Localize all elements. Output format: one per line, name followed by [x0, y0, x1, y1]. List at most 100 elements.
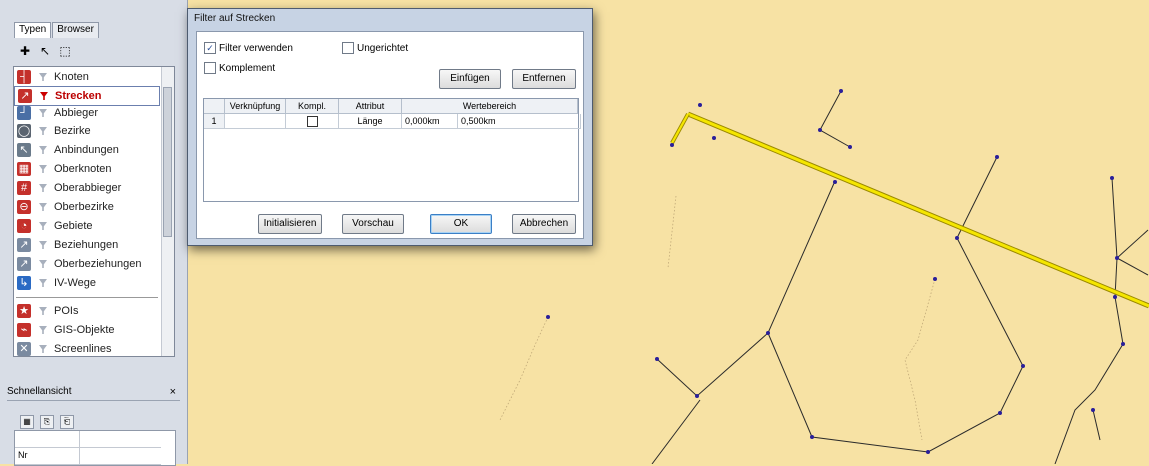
column-header-link: Verknüpfung: [225, 99, 286, 114]
network-object-list: ┤ Knoten ↗ Strecken ┘ Abbieger ◯ Bezirke ↖ Anbind…: [13, 66, 175, 357]
remove-button[interactable]: Entfernen: [512, 69, 576, 89]
row-number: 1: [204, 114, 225, 129]
paste-icon[interactable]: ⎗: [60, 415, 74, 429]
dialog-title: Filter auf Strecken: [194, 13, 276, 24]
list-item-oberknoten[interactable]: ▦ Oberknoten: [14, 160, 160, 178]
checkbox-box[interactable]: [204, 62, 216, 74]
use-filter-checkbox[interactable]: ✓ Filter verwenden: [204, 42, 293, 54]
screenline-icon: ✕: [17, 342, 31, 356]
pointer-icon[interactable]: ↖: [38, 44, 52, 58]
dialog-body: ✓ Filter verwenden Komplement Ungerichte…: [196, 31, 584, 239]
prt-path-icon: ↳: [17, 276, 31, 290]
filter-icon[interactable]: [39, 146, 47, 154]
filter-icon[interactable]: [40, 92, 48, 100]
list-item-oberabbieger[interactable]: # Oberabbieger: [14, 179, 160, 197]
list-item-label: Beziehungen: [54, 239, 119, 251]
use-filter-label: Filter verwenden: [219, 42, 293, 54]
list-item-label: Oberbezirke: [54, 201, 114, 213]
column-header-value-range: Wertebereich: [402, 99, 578, 114]
attribute-cell[interactable]: Länge: [339, 114, 402, 129]
grid-row-label: Nr: [18, 450, 28, 460]
list-separator: [16, 297, 158, 298]
main-od-pair-icon: ↗: [17, 257, 31, 271]
initialize-button[interactable]: Initialisieren: [258, 214, 322, 234]
preview-button[interactable]: Vorschau: [342, 214, 404, 234]
undirected-checkbox[interactable]: Ungerichtet: [342, 42, 408, 54]
connector-icon: ↖: [17, 143, 31, 157]
ok-button[interactable]: OK: [430, 214, 492, 234]
list-item-beziehungen[interactable]: ↗ Beziehungen: [14, 236, 160, 254]
zone-icon: ◯: [17, 124, 31, 138]
list-item-label: Oberknoten: [54, 163, 112, 175]
filter-icon[interactable]: [39, 307, 47, 315]
filter-icon[interactable]: [39, 345, 47, 353]
undirected-label: Ungerichtet: [357, 42, 409, 54]
left-panel: Typen Browser ✚ ↖ ⬚ ┤ Knoten ↗ Strecken ┘ Abb…: [0, 0, 188, 466]
complement-label: Komplement: [219, 62, 276, 74]
filter-icon[interactable]: [39, 127, 47, 135]
list-item-label: Strecken: [55, 90, 102, 102]
list-item-label: IV-Wege: [54, 277, 96, 289]
filter-icon[interactable]: [39, 165, 47, 173]
panel-tabs: Typen Browser: [14, 22, 100, 38]
list-item-strecken[interactable]: ↗ Strecken: [14, 86, 160, 106]
main-node-icon: ▦: [17, 162, 31, 176]
complement-cell-checkbox[interactable]: [306, 116, 318, 128]
filter-dialog: Filter auf Strecken ✓ Filter verwenden K…: [187, 8, 593, 246]
list-item-knoten[interactable]: ┤ Knoten: [14, 68, 160, 86]
list-item-gebiete[interactable]: ◔ Gebiete: [14, 217, 160, 235]
list-item-label: Anbindungen: [54, 144, 119, 156]
copy-icon[interactable]: ⎘: [40, 415, 54, 429]
complement-checkbox[interactable]: Komplement: [204, 62, 275, 74]
list-item-abbieger[interactable]: ┘ Abbieger: [14, 104, 160, 122]
list-item-anbindungen[interactable]: ↖ Anbindungen: [14, 141, 160, 159]
main-zone-icon: ⊖: [17, 200, 31, 214]
insert-button[interactable]: Einfügen: [439, 69, 501, 89]
complement-cell[interactable]: [286, 114, 339, 129]
list-item-screenlines[interactable]: ✕ Screenlines: [14, 340, 160, 356]
tab-browser[interactable]: Browser: [52, 22, 99, 38]
range-from-cell[interactable]: 0,000km: [402, 114, 458, 129]
grid-column-divider: [79, 431, 80, 465]
quick-view-title: Schnellansicht: [7, 386, 72, 397]
close-icon[interactable]: ×: [170, 386, 176, 398]
checkmark-icon[interactable]: ✓: [204, 42, 216, 54]
list-item-bezirke[interactable]: ◯ Bezirke: [14, 122, 160, 140]
checkbox-box[interactable]: [342, 42, 354, 54]
list-item-oberbeziehungen[interactable]: ↗ Oberbeziehungen: [14, 255, 160, 273]
range-to-cell[interactable]: 0,500km: [458, 114, 581, 129]
filter-icon[interactable]: [39, 260, 47, 268]
main-turn-icon: #: [17, 181, 31, 195]
filter-condition-table: Verknüpfung Kompl. Attribut Wertebereich…: [203, 98, 581, 202]
gis-object-icon: ⌁: [17, 323, 31, 337]
filter-icon[interactable]: [39, 184, 47, 192]
quick-view-header: Schnellansicht ×: [7, 386, 180, 401]
node-icon: ┤: [17, 70, 31, 84]
tab-typen[interactable]: Typen: [14, 22, 52, 38]
filter-view-icon[interactable]: ▦: [20, 415, 34, 429]
list-scrollbar[interactable]: [161, 67, 174, 356]
column-header-attribute: Attribut: [339, 99, 402, 114]
cancel-button[interactable]: Abbrechen: [512, 214, 576, 234]
quick-view-grid: Nr: [14, 430, 176, 466]
filter-icon[interactable]: [39, 279, 47, 287]
list-item-label: POIs: [54, 305, 79, 317]
list-item-iv-wege[interactable]: ↳ IV-Wege: [14, 274, 160, 292]
filter-icon[interactable]: [39, 326, 47, 334]
filter-icon[interactable]: [39, 222, 47, 230]
scrollbar-thumb[interactable]: [163, 87, 172, 237]
list-item-pois[interactable]: ★ POIs: [14, 302, 160, 320]
add-icon[interactable]: ✚: [18, 44, 32, 58]
link-cell[interactable]: [225, 114, 286, 129]
filter-icon[interactable]: [39, 203, 47, 211]
list-item-label: Abbieger: [54, 107, 99, 119]
filter-icon[interactable]: [39, 109, 47, 117]
list-item-gis-objekte[interactable]: ⌁ GIS-Objekte: [14, 321, 160, 339]
filter-icon[interactable]: [39, 73, 47, 81]
grid-row: Nr: [15, 448, 161, 465]
panel-toolbar: ✚ ↖ ⬚: [18, 44, 72, 58]
filter-icon[interactable]: [39, 241, 47, 249]
link-icon: ↗: [18, 89, 32, 103]
select-rect-icon[interactable]: ⬚: [58, 44, 72, 58]
list-item-oberbezirke[interactable]: ⊖ Oberbezirke: [14, 198, 160, 216]
